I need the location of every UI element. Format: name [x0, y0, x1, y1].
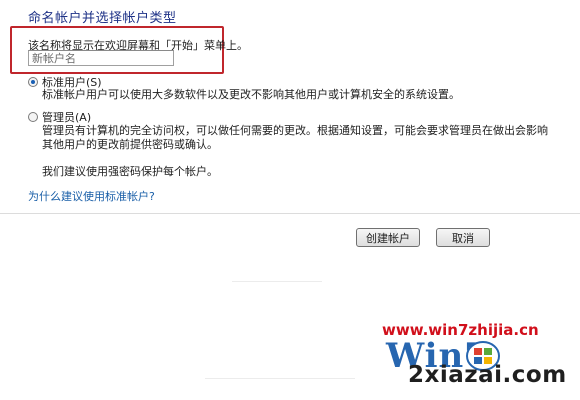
faint-line — [205, 378, 355, 379]
password-recommendation: 我们建议使用强密码保护每个帐户。 — [42, 165, 218, 178]
administrator-label[interactable]: 管理员(A) — [42, 109, 91, 125]
cancel-button[interactable]: 取消 — [436, 228, 490, 247]
faint-line — [232, 281, 322, 282]
create-account-button[interactable]: 创建帐户 — [356, 228, 420, 247]
standard-user-radio[interactable] — [28, 77, 38, 87]
administrator-description-line-1: 管理员有计算机的完全访问权，可以做任何需要的更改。根据通知设置，可能会要求管理员… — [42, 124, 548, 137]
page-heading: 命名帐户并选择帐户类型 — [28, 11, 177, 26]
watermark-site: 2xiazai.com — [408, 362, 567, 388]
why-standard-account-link[interactable]: 为什么建议使用标准帐户? — [28, 188, 155, 204]
administrator-radio[interactable] — [28, 112, 38, 122]
account-name-input[interactable] — [28, 50, 174, 66]
administrator-description-line-2: 其他用户的更改前提供密码或确认。 — [42, 138, 218, 151]
standard-user-description: 标准帐户用户可以使用大多数软件以及更改不影响其他用户或计算机安全的系统设置。 — [42, 88, 460, 101]
section-divider — [0, 213, 580, 214]
